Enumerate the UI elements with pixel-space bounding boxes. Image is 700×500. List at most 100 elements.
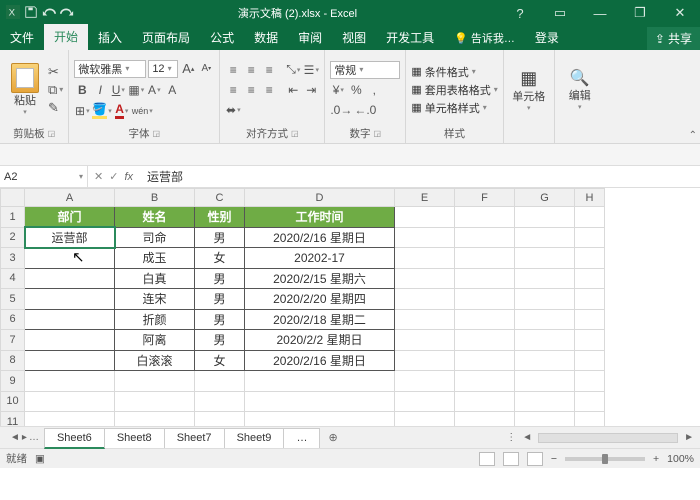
cell[interactable]: 连宋 xyxy=(115,289,195,310)
cell[interactable] xyxy=(25,309,115,330)
tab-formula[interactable]: 公式 xyxy=(200,25,244,50)
cell[interactable] xyxy=(25,350,115,371)
increase-decimal-icon[interactable]: .0→ xyxy=(330,101,352,119)
cell[interactable] xyxy=(25,289,115,310)
tab-home[interactable]: 开始 xyxy=(44,24,88,50)
decrease-font-icon[interactable]: A▾ xyxy=(198,60,214,78)
cell[interactable] xyxy=(515,350,575,371)
row-header[interactable]: 4 xyxy=(1,268,25,289)
cell-styles-button[interactable]: ▦单元格样式▾ xyxy=(411,100,497,116)
new-sheet-icon[interactable]: ⊕ xyxy=(320,431,345,444)
decrease-indent-icon[interactable]: ⇤ xyxy=(285,81,301,99)
row-header[interactable]: 5 xyxy=(1,289,25,310)
cell[interactable]: 女 xyxy=(195,248,245,269)
cell[interactable]: 男 xyxy=(195,309,245,330)
cell[interactable]: 2020/2/16 星期日 xyxy=(245,227,395,248)
dialog-launcher-icon[interactable]: ◲ xyxy=(374,129,382,138)
align-bottom-icon[interactable]: ≡ xyxy=(261,61,277,79)
cell[interactable] xyxy=(195,391,245,412)
col-header[interactable]: H xyxy=(575,189,605,207)
row-header[interactable]: 1 xyxy=(1,207,25,228)
font-color-icon[interactable]: A▾ xyxy=(114,102,130,120)
cell[interactable] xyxy=(575,268,605,289)
cell[interactable] xyxy=(395,289,455,310)
sign-in[interactable]: 登录 xyxy=(525,25,569,50)
cell[interactable] xyxy=(455,248,515,269)
row-header[interactable]: 6 xyxy=(1,309,25,330)
view-page-break-icon[interactable] xyxy=(527,452,543,466)
select-all-corner[interactable] xyxy=(1,189,25,207)
cell[interactable] xyxy=(455,391,515,412)
cell[interactable]: 部门 xyxy=(25,207,115,228)
cell[interactable] xyxy=(575,248,605,269)
col-header[interactable]: F xyxy=(455,189,515,207)
cell[interactable] xyxy=(245,391,395,412)
cell[interactable] xyxy=(455,207,515,228)
cell[interactable] xyxy=(575,412,605,427)
sheet-tab-more[interactable]: … xyxy=(283,428,320,448)
cell[interactable] xyxy=(455,412,515,427)
cell[interactable]: 2020/2/18 星期二 xyxy=(245,309,395,330)
cell[interactable] xyxy=(245,371,395,392)
close-icon[interactable]: ✕ xyxy=(660,0,700,26)
dialog-launcher-icon[interactable]: ◲ xyxy=(48,129,56,138)
bold-icon[interactable]: B xyxy=(74,81,90,99)
tab-data[interactable]: 数据 xyxy=(244,25,288,50)
cell[interactable] xyxy=(515,391,575,412)
name-box[interactable]: A2▾ xyxy=(0,166,88,187)
row-header[interactable]: 10 xyxy=(1,391,25,412)
cell[interactable]: 20202-17 xyxy=(245,248,395,269)
col-header[interactable]: B xyxy=(115,189,195,207)
dialog-launcher-icon[interactable]: ◲ xyxy=(291,129,299,138)
cell[interactable]: 2020/2/20 星期四 xyxy=(245,289,395,310)
share-button[interactable]: ⇪共享 xyxy=(647,27,700,50)
row-header[interactable]: 7 xyxy=(1,330,25,351)
cell[interactable] xyxy=(575,207,605,228)
currency-icon[interactable]: ¥▾ xyxy=(330,81,346,99)
border-icon[interactable]: ▦▾ xyxy=(128,81,144,99)
cell[interactable] xyxy=(25,391,115,412)
cell[interactable]: 男 xyxy=(195,289,245,310)
cell[interactable]: 男 xyxy=(195,268,245,289)
align-left-icon[interactable]: ≡ xyxy=(225,81,241,99)
view-normal-icon[interactable] xyxy=(479,452,495,466)
editing-button[interactable]: 🔍编辑▾ xyxy=(560,70,600,111)
percent-icon[interactable]: % xyxy=(348,81,364,99)
cell[interactable] xyxy=(575,391,605,412)
cell[interactable] xyxy=(25,248,115,269)
cell[interactable] xyxy=(575,289,605,310)
fx-icon[interactable]: fx xyxy=(124,171,133,183)
cell[interactable] xyxy=(455,371,515,392)
formula-input[interactable]: 运营部 xyxy=(139,168,700,185)
cut-icon[interactable]: ✂ xyxy=(48,64,63,80)
align-right-icon[interactable]: ≡ xyxy=(261,81,277,99)
tab-view[interactable]: 视图 xyxy=(332,25,376,50)
cell[interactable] xyxy=(25,412,115,427)
row-header[interactable]: 3 xyxy=(1,248,25,269)
cell[interactable] xyxy=(515,330,575,351)
cell[interactable] xyxy=(395,248,455,269)
cell[interactable] xyxy=(395,391,455,412)
align-center-icon[interactable]: ≡ xyxy=(243,81,259,99)
col-header[interactable]: D xyxy=(245,189,395,207)
cell[interactable] xyxy=(395,412,455,427)
cell[interactable] xyxy=(25,268,115,289)
cell[interactable] xyxy=(575,330,605,351)
row-header[interactable]: 9 xyxy=(1,371,25,392)
cancel-icon[interactable]: ✕ xyxy=(94,170,103,183)
zoom-in-icon[interactable]: + xyxy=(653,453,659,465)
cell[interactable]: 司命 xyxy=(115,227,195,248)
wenzi-icon[interactable]: wén▾ xyxy=(132,102,153,120)
cell[interactable] xyxy=(455,350,515,371)
cell[interactable] xyxy=(395,309,455,330)
cell[interactable] xyxy=(395,227,455,248)
sheet-nav-more-icon[interactable]: … xyxy=(29,432,39,443)
sheet-nav-first-icon[interactable]: ◄ xyxy=(10,432,20,443)
macro-record-icon[interactable]: ▣ xyxy=(35,453,45,465)
number-format-combo[interactable]: 常规▾ xyxy=(330,61,400,79)
copy-icon[interactable]: ⧉▾ xyxy=(48,82,63,98)
cell[interactable]: 2020/2/16 星期日 xyxy=(245,350,395,371)
col-header[interactable]: A xyxy=(25,189,115,207)
redo-icon[interactable] xyxy=(60,5,74,22)
cell[interactable] xyxy=(515,248,575,269)
